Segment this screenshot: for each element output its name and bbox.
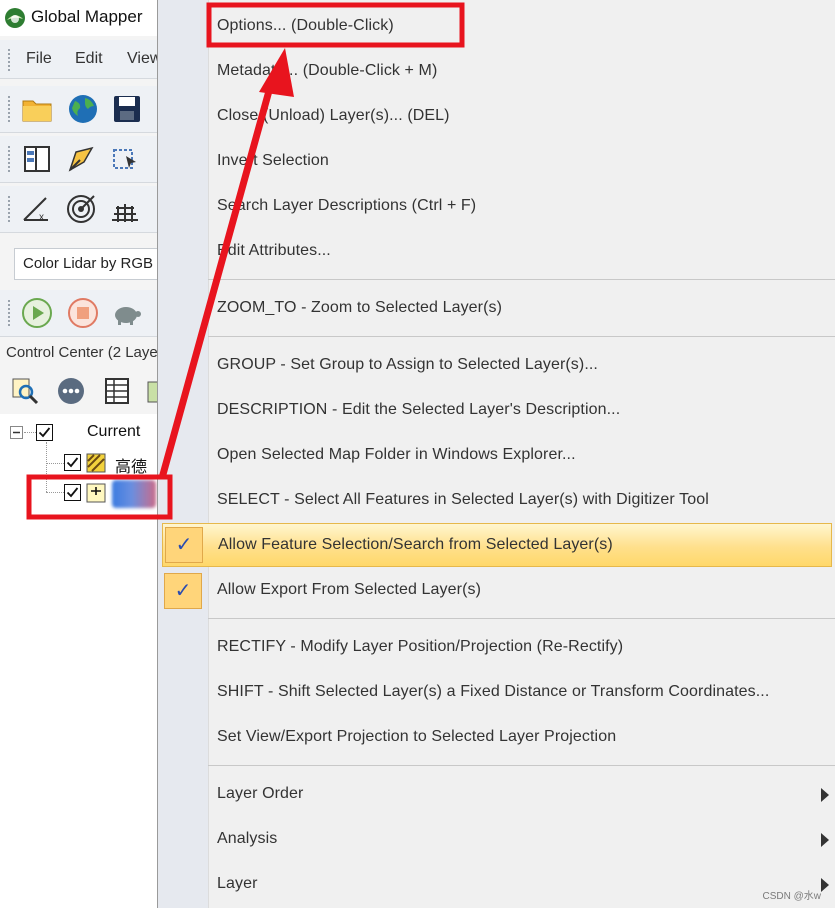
menu-item-close-layers[interactable]: Close (Unload) Layer(s)... (DEL) xyxy=(158,95,835,139)
menu-item-label: Options... (Double-Click) xyxy=(217,17,394,34)
play-icon[interactable] xyxy=(20,296,54,330)
layer-tree: Current 高德 xyxy=(0,414,160,908)
toolbar-grip[interactable] xyxy=(8,196,13,222)
toolbar-grip[interactable] xyxy=(8,49,13,71)
collapse-icon[interactable] xyxy=(10,426,24,440)
submenu-arrow-icon xyxy=(821,833,829,847)
measure-icon[interactable]: x xyxy=(20,192,54,226)
checkmark-icon: ✓ xyxy=(165,527,203,563)
root-layer-checkbox[interactable] xyxy=(36,424,53,441)
measure-toolbar: x xyxy=(0,186,160,233)
menu-item-label: RECTIFY - Modify Layer Position/Projecti… xyxy=(217,638,624,655)
menu-item-group[interactable]: GROUP - Set Group to Assign to Selected … xyxy=(158,344,835,388)
menu-item-description[interactable]: DESCRIPTION - Edit the Selected Layer's … xyxy=(158,389,835,433)
menu-item-layer[interactable]: Layer xyxy=(158,863,835,907)
layer-context-menu: Options... (Double-Click) Metadata... (D… xyxy=(157,0,835,908)
menu-item-analysis[interactable]: Analysis xyxy=(158,818,835,862)
control-center-icon[interactable] xyxy=(20,142,54,176)
layer-1-label[interactable]: 高德 xyxy=(115,453,147,477)
menu-separator xyxy=(208,336,835,337)
menu-item-label: Open Selected Map Folder in Windows Expl… xyxy=(217,446,576,463)
menu-item-zoom-to[interactable]: ZOOM_TO - Zoom to Selected Layer(s) xyxy=(158,287,835,331)
tools-toolbar xyxy=(0,136,160,183)
table-icon[interactable] xyxy=(100,374,134,408)
menu-item-layer-order[interactable]: Layer Order xyxy=(158,773,835,817)
checkmark-icon: ✓ xyxy=(164,573,202,609)
toolbar-grip[interactable] xyxy=(8,300,13,326)
menu-item-search-descriptions[interactable]: Search Layer Descriptions (Ctrl + F) xyxy=(158,185,835,229)
menu-item-label: ZOOM_TO - Zoom to Selected Layer(s) xyxy=(217,299,503,316)
menu-item-invert-selection[interactable]: Invert Selection xyxy=(158,140,835,184)
menu-item-label: Allow Feature Selection/Search from Sele… xyxy=(218,536,613,553)
menu-item-label: Allow Export From Selected Layer(s) xyxy=(217,581,482,598)
app-title: Global Mapper xyxy=(31,7,143,26)
layer-1-checkbox[interactable] xyxy=(64,454,81,471)
menu-item-label: Analysis xyxy=(217,830,278,847)
menu-item-shift[interactable]: SHIFT - Shift Selected Layer(s) a Fixed … xyxy=(158,671,835,715)
turtle-slow-icon[interactable] xyxy=(110,296,144,330)
menu-item-label: Close (Unload) Layer(s)... (DEL) xyxy=(217,107,450,124)
menu-item-label: Invert Selection xyxy=(217,152,329,169)
global-mapper-logo-icon xyxy=(5,8,25,28)
stop-icon[interactable] xyxy=(66,296,100,330)
title-bar: Global Mapper xyxy=(0,0,160,36)
metadata-search-icon[interactable] xyxy=(8,374,42,408)
menu-bar: File Edit View xyxy=(0,40,160,79)
menu-separator xyxy=(208,618,835,619)
menu-item-label: SELECT - Select All Features in Selected… xyxy=(217,491,709,508)
menu-item-edit-attributes[interactable]: Edit Attributes... xyxy=(158,230,835,274)
layer-style-select[interactable]: Color Lidar by RGB xyxy=(14,248,160,280)
layer-2-checkbox[interactable] xyxy=(64,484,81,501)
vector-layer-icon xyxy=(86,483,106,503)
select-tool-icon[interactable] xyxy=(108,142,142,176)
menu-separator xyxy=(208,765,835,766)
menu-item-select-all-features[interactable]: SELECT - Select All Features in Selected… xyxy=(158,479,835,523)
menu-item-label: Metadata... (Double-Click + M) xyxy=(217,62,438,79)
menu-item-allow-export[interactable]: ✓ Allow Export From Selected Layer(s) xyxy=(158,569,835,613)
digitizer-icon[interactable] xyxy=(64,142,98,176)
menu-item-rectify[interactable]: RECTIFY - Modify Layer Position/Projecti… xyxy=(158,626,835,670)
submenu-arrow-icon xyxy=(821,878,829,892)
menu-item-label: Layer xyxy=(217,875,258,892)
open-folder-icon[interactable] xyxy=(20,92,54,126)
menu-item-open-folder[interactable]: Open Selected Map Folder in Windows Expl… xyxy=(158,434,835,478)
menu-file[interactable]: File xyxy=(26,50,52,68)
watermark: CSDN @水w xyxy=(762,891,822,902)
menu-item-label: Edit Attributes... xyxy=(217,242,331,259)
control-center-label: Control Center (2 Layers) xyxy=(6,344,160,361)
save-icon[interactable] xyxy=(110,92,144,126)
menu-item-label: SHIFT - Shift Selected Layer(s) a Fixed … xyxy=(217,683,770,700)
menu-item-label: Search Layer Descriptions (Ctrl + F) xyxy=(217,197,477,214)
menu-view[interactable]: View xyxy=(127,50,160,68)
playback-toolbar xyxy=(0,290,160,337)
layer-style-value: Color Lidar by RGB xyxy=(23,255,154,272)
menu-item-set-projection[interactable]: Set View/Export Projection to Selected L… xyxy=(158,716,835,760)
raster-layer-icon xyxy=(86,453,106,473)
submenu-arrow-icon xyxy=(821,788,829,802)
menu-item-metadata[interactable]: Metadata... (Double-Click + M) xyxy=(158,50,835,94)
menu-item-label: Layer Order xyxy=(217,785,304,802)
menu-item-label: DESCRIPTION - Edit the Selected Layer's … xyxy=(217,401,621,418)
menu-edit[interactable]: Edit xyxy=(75,50,103,68)
svg-text:x: x xyxy=(39,212,44,223)
toolbar-grip[interactable] xyxy=(8,146,13,172)
menu-item-allow-feature-selection[interactable]: ✓ Allow Feature Selection/Search from Se… xyxy=(162,523,832,567)
file-toolbar xyxy=(0,86,160,133)
globe-icon[interactable] xyxy=(66,92,100,126)
menu-separator xyxy=(208,279,835,280)
app-window: Global Mapper File Edit View x Color Lid… xyxy=(0,0,160,908)
menu-item-label: Set View/Export Projection to Selected L… xyxy=(217,728,617,745)
tree-root-label[interactable]: Current xyxy=(87,423,140,441)
grid-tool-icon[interactable] xyxy=(108,192,142,226)
control-center-toolbar xyxy=(0,370,160,412)
menu-item-options[interactable]: Options... (Double-Click) xyxy=(158,5,835,49)
menu-item-label: GROUP - Set Group to Assign to Selected … xyxy=(217,356,598,373)
layer-2-label-redacted[interactable] xyxy=(112,480,156,508)
target-icon[interactable] xyxy=(64,192,98,226)
more-options-icon[interactable] xyxy=(54,374,88,408)
toolbar-grip[interactable] xyxy=(8,96,13,122)
